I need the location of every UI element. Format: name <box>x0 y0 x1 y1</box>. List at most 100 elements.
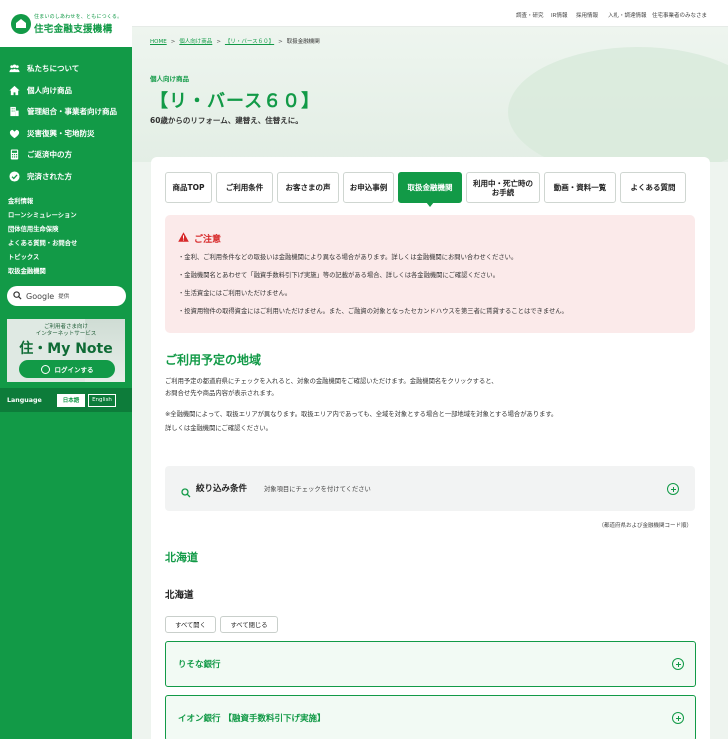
language-japanese-button[interactable]: 日本語 <box>57 393 85 407</box>
caution-item: ・投資用物件の取得資金にはご利用いただけません。また、ご融資の対象となったセカン… <box>178 308 568 315</box>
main-content: 商品TOP ご利用条件 お客さまの声 お申込事例 取扱金融機関 利用中・死亡時の… <box>151 157 710 739</box>
sidebar-link-rates[interactable]: 金利情報 <box>0 195 132 209</box>
caution-item: ・金融機関名とあわせて「融資手数料引下げ実施」等の記載がある場合、詳しくは各金融… <box>178 272 500 279</box>
breadcrumb-separator: > <box>278 39 283 45</box>
calculator-icon <box>9 149 20 160</box>
tab-conditions[interactable]: ご利用条件 <box>216 172 273 203</box>
check-circle-icon <box>9 171 20 182</box>
breadcrumb-separator: > <box>216 39 221 45</box>
sidebar-item-label: 個人向け商品 <box>27 85 72 95</box>
hero-decoration <box>508 47 728 162</box>
sidebar-item-completed[interactable]: 完済された方 <box>0 166 132 188</box>
top-link-ir[interactable]: IR情報 <box>551 11 567 19</box>
sidebar: 住まいのしあわせを、ともにつくる。 住宅金融支援機構 私たちについて 個人向け商… <box>0 0 132 739</box>
caution-list: ・金利、ご利用条件などの取扱いは金融機関により異なる場合があります。詳しくは金融… <box>178 253 568 325</box>
login-button-label: ログインする <box>54 366 94 374</box>
language-english-button[interactable]: English <box>88 393 116 407</box>
mynote-banner[interactable]: ご利用者さま向け インターネットサービス 住・My Note ログインする <box>7 319 125 382</box>
close-all-button[interactable]: すべて閉じる <box>220 616 278 633</box>
language-switcher: Language 日本語 English <box>0 388 132 412</box>
hero-lead: 60歳からのリフォーム、建替え、住替えに。 <box>150 116 303 125</box>
tab-procedures[interactable]: 利用中・死亡時の お手続 <box>466 172 540 203</box>
top-utility-nav: 調査・研究 IR情報 採用情報 入札・調達情報 住宅事業者のみなさま <box>132 0 728 27</box>
caution-item: ・金利、ご利用条件などの取扱いは金融機関により異なる場合があります。詳しくは金融… <box>178 254 518 261</box>
area-section-title: ご利用予定の地域 <box>165 353 262 367</box>
top-link-builders[interactable]: 住宅事業者のみなさま <box>652 11 707 19</box>
logo-mark-icon <box>11 14 31 34</box>
top-link-research[interactable]: 調査・研究 <box>516 11 544 19</box>
filter-panel[interactable]: 絞り込み条件 対象項目にチェックを付けてください <box>165 466 695 511</box>
open-all-button[interactable]: すべて開く <box>165 616 216 633</box>
user-icon <box>40 364 50 374</box>
house-icon <box>9 85 20 96</box>
caution-title: ご注意 <box>194 235 222 245</box>
expand-plus-icon <box>672 658 684 670</box>
caution-box: ご注意 ・金利、ご利用条件などの取扱いは金融機関により異なる場合があります。詳し… <box>165 215 695 333</box>
bank-name: りそな銀行 <box>178 660 221 670</box>
sidebar-item-personal[interactable]: 個人向け商品 <box>0 80 132 102</box>
people-icon <box>9 63 20 74</box>
google-brand: Google <box>26 291 55 301</box>
tab-institutions[interactable]: 取扱金融機関 <box>398 172 462 207</box>
expand-plus-icon[interactable] <box>667 483 679 495</box>
expand-plus-icon <box>672 712 684 724</box>
tab-cases[interactable]: お申込事例 <box>343 172 394 203</box>
logo-tagline: 住まいのしあわせを、ともにつくる。 <box>34 14 123 20</box>
sidebar-item-label: 管理組合・事業者向け商品 <box>27 107 117 117</box>
sidebar-item-about[interactable]: 私たちについて <box>0 58 132 80</box>
sidebar-link-faq[interactable]: よくある質問・お問合せ <box>0 237 132 251</box>
page-hero: HOME > 個人向け商品 > 【リ・バース６０】 > 取扱金融機関 個人向け商品 【リ・バ… <box>132 27 728 162</box>
sidebar-item-label: ご返済中の方 <box>27 150 72 160</box>
site-search-input[interactable]: Google 提供 <box>7 286 126 306</box>
search-icon <box>13 290 22 302</box>
prefecture-heading: 北海道 <box>165 590 194 601</box>
tab-product-top[interactable]: 商品TOP <box>165 172 212 203</box>
area-note-line1: ※全融機関によって、取扱エリアが異なります。取扱エリア内であっても、全域を対象と… <box>165 411 558 418</box>
region-heading: 北海道 <box>165 551 198 564</box>
sidebar-item-label: 私たちについて <box>27 64 80 74</box>
banner-subtitle: ご利用者さま向け インターネットサービス <box>7 324 125 338</box>
page-title: 【リ・バース６０】 <box>150 91 321 112</box>
sidebar-item-disaster[interactable]: 災害復興・宅地防災 <box>0 123 132 145</box>
sidebar-item-label: 完済された方 <box>27 171 72 181</box>
breadcrumb-separator: > <box>170 39 176 45</box>
bank-accordion-item[interactable]: りそな銀行 <box>165 641 696 687</box>
primary-nav: 私たちについて 個人向け商品 管理組合・事業者向け商品 災害復興・宅地防災 ご返… <box>0 47 132 187</box>
area-description-line2: お問合せ先や商品内容が表示されます。 <box>165 390 278 397</box>
sidebar-link-topics[interactable]: トピックス <box>0 251 132 265</box>
sidebar-link-simulation[interactable]: ローンシミュレーション <box>0 209 132 223</box>
caution-heading: ご注意 <box>178 232 221 245</box>
tab-faq[interactable]: よくある質問 <box>620 172 686 203</box>
warning-icon <box>178 232 189 245</box>
tab-videos-docs[interactable]: 動画・資料一覧 <box>544 172 616 203</box>
hands-icon <box>9 128 20 139</box>
filter-label: 絞り込み条件 <box>196 484 248 494</box>
tab-customer-voices[interactable]: お客さまの声 <box>277 172 339 203</box>
sidebar-link-institutions[interactable]: 取扱金融機関 <box>0 265 132 279</box>
sidebar-item-label: 災害復興・宅地防災 <box>27 128 95 138</box>
sidebar-item-repaying[interactable]: ご返済中の方 <box>0 144 132 166</box>
breadcrumb-personal[interactable]: 個人向け商品 <box>179 39 212 45</box>
login-button[interactable]: ログインする <box>19 360 115 378</box>
sidebar-link-insurance[interactable]: 団体信用生命保険 <box>0 223 132 237</box>
logo-name: 住宅金融支援機構 <box>34 24 113 35</box>
secondary-nav: 金利情報 ローンシミュレーション 団体信用生命保険 よくある質問・お問合せ トピ… <box>0 187 132 279</box>
banner-subtitle-line1: ご利用者さま向け <box>43 324 88 330</box>
banner-title: 住・My Note <box>19 341 113 357</box>
hero-category: 個人向け商品 <box>150 75 189 83</box>
top-link-recruit[interactable]: 採用情報 <box>576 11 598 19</box>
logo[interactable]: 住まいのしあわせを、ともにつくる。 住宅金融支援機構 <box>0 0 132 47</box>
filter-hint: 対象項目にチェックを付けてください <box>264 486 371 493</box>
language-label: Language <box>7 396 42 404</box>
search-icon <box>181 483 191 502</box>
search-provided-label: 提供 <box>58 294 70 300</box>
bank-accordion-item[interactable]: イオン銀行 【融資手数料引下げ実施】 <box>165 695 696 739</box>
caution-item: ・生活資金にはご利用いただけません。 <box>178 290 292 297</box>
banner-subtitle-line2: インターネットサービス <box>35 331 97 337</box>
sidebar-item-business[interactable]: 管理組合・事業者向け商品 <box>0 101 132 123</box>
breadcrumb-home[interactable]: HOME <box>150 39 167 45</box>
product-tabs: 商品TOP ご利用条件 お客さまの声 お申込事例 取扱金融機関 利用中・死亡時の… <box>165 172 690 207</box>
breadcrumb-reverse60[interactable]: 【リ・バース６０】 <box>225 39 274 45</box>
building-icon <box>9 106 20 117</box>
top-link-procurement[interactable]: 入札・調達情報 <box>608 11 647 19</box>
